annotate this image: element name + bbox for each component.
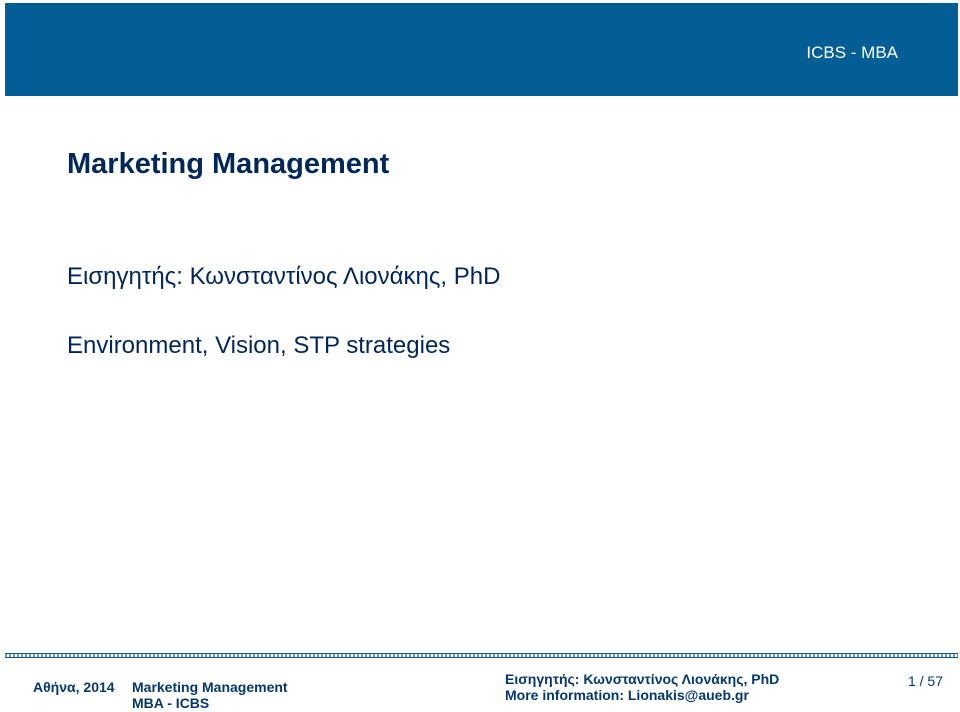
- header-bar: ICBS - MBA: [5, 3, 958, 96]
- footer-lecturer: Εισηγητής: Κωνσταντίνος Λιονάκης, PhD: [505, 671, 780, 687]
- footer-contact: More information: Lionakis@aueb.gr: [505, 687, 749, 703]
- footer-course: Marketing Management: [132, 679, 288, 695]
- footer-divider: [5, 653, 958, 658]
- header-title: ICBS - MBA: [806, 43, 898, 62]
- topic-line: Environment, Vision, STP strategies: [67, 332, 451, 359]
- lecturer-line: Εισηγητής: Κωνσταντίνος Λιονάκης, PhD: [67, 263, 501, 290]
- course-title: Marketing Management: [67, 148, 390, 180]
- footer-place-year: Αθήνα, 2014: [33, 679, 115, 695]
- page-counter: 1 / 57: [907, 673, 943, 689]
- footer-program: MBA - ICBS: [132, 695, 210, 711]
